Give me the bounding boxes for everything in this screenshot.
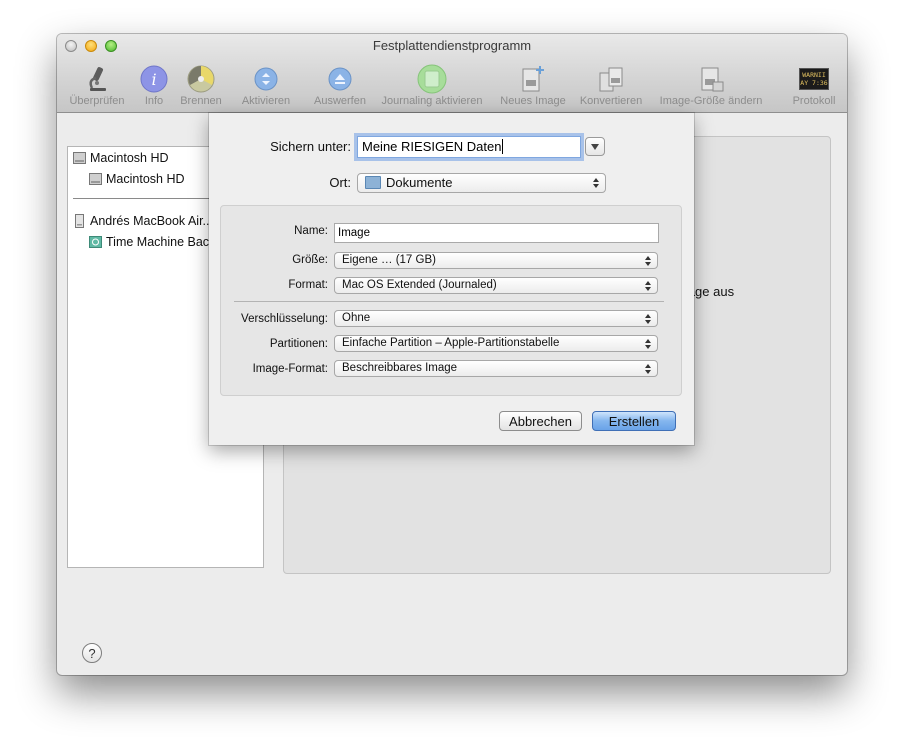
- titlebar: Festplattendienstprogramm Überprüfen i I…: [57, 34, 847, 113]
- microscope-icon: [89, 67, 106, 91]
- name-input[interactable]: Image: [334, 223, 659, 243]
- size-label: Größe:: [292, 254, 328, 266]
- size-popup[interactable]: Eigene … (17 GB): [334, 252, 658, 269]
- text-cursor: [502, 139, 504, 154]
- partitions-popup[interactable]: Einfache Partition – Apple-Partitionstab…: [334, 335, 658, 352]
- toolbar-label: Journaling aktivieren: [381, 95, 483, 107]
- popup-arrows-icon: [645, 313, 652, 325]
- mount-icon: [254, 67, 278, 91]
- sidebar-item-label: Macintosh HD: [90, 151, 169, 165]
- sidebar-item-label: Time Machine Bac...: [106, 235, 220, 249]
- encryption-popup[interactable]: Ohne: [334, 310, 658, 327]
- external-disk-icon: [75, 214, 84, 228]
- toolbar-journaling-button[interactable]: Journaling aktivieren: [382, 64, 482, 110]
- image-format-popup[interactable]: Beschreibbares Image: [334, 360, 658, 377]
- volume-icon: [89, 173, 102, 185]
- popup-arrows-icon: [645, 363, 652, 375]
- toolbar-label: Konvertieren: [579, 95, 643, 107]
- sidebar-item-volume[interactable]: Macintosh HD: [89, 169, 185, 189]
- toolbar-label: Auswerfen: [314, 95, 366, 107]
- cancel-button[interactable]: Abbrechen: [499, 411, 582, 431]
- toolbar-mount-button[interactable]: Aktivieren: [242, 64, 290, 110]
- popup-arrows-icon: [645, 255, 652, 267]
- toolbar-label: Image-Größe ändern: [659, 95, 763, 107]
- save-as-input[interactable]: Meine RIESIGEN Daten: [357, 136, 581, 158]
- partitions-label: Partitionen:: [269, 338, 328, 350]
- location-popup[interactable]: Dokumente: [357, 173, 606, 193]
- expand-dialog-button[interactable]: [585, 137, 605, 156]
- encryption-value: Ohne: [342, 312, 371, 324]
- toolbar-convert-button[interactable]: Konvertieren: [580, 64, 642, 110]
- burn-icon: [187, 65, 215, 93]
- toolbar-log-button[interactable]: WARNII AY 7:36 Protokoll: [792, 64, 836, 110]
- toolbar-burn-button[interactable]: Brennen: [179, 64, 223, 110]
- eject-icon: [328, 67, 352, 91]
- toolbar-eject-button[interactable]: Auswerfen: [314, 64, 366, 110]
- info-icon: i: [140, 65, 168, 93]
- log-icon: WARNII AY 7:36: [799, 68, 829, 90]
- folder-icon: [365, 176, 381, 189]
- format-popup[interactable]: Mac OS Extended (Journaled): [334, 277, 658, 294]
- journaling-icon: [417, 64, 447, 94]
- sidebar-item-time-machine[interactable]: Time Machine Bac...: [89, 232, 219, 252]
- hard-disk-icon: [73, 152, 86, 164]
- help-button[interactable]: ?: [82, 643, 102, 663]
- toolbar-verify-button[interactable]: Überprüfen: [66, 64, 128, 110]
- image-format-label: Image-Format:: [252, 363, 328, 375]
- image-format-value: Beschreibbares Image: [342, 362, 458, 374]
- format-label: Format:: [288, 279, 328, 291]
- popup-arrows-icon: [645, 338, 652, 350]
- sidebar-item-disk[interactable]: Macintosh HD: [73, 148, 169, 168]
- popup-arrows-icon: [593, 177, 600, 189]
- partitions-value: Einfache Partition – Apple-Partitionstab…: [342, 337, 560, 349]
- encryption-label: Verschlüsselung:: [241, 313, 328, 325]
- resize-image-icon: [701, 67, 724, 92]
- time-machine-icon: [89, 236, 102, 248]
- sidebar-item-network-disk[interactable]: Andrés MacBook Air...: [73, 211, 213, 231]
- log-icon-line: AY 7:36: [800, 79, 828, 87]
- options-divider: [234, 301, 664, 302]
- toolbar-label: Aktivieren: [241, 95, 291, 107]
- save-as-label: Sichern unter:: [270, 139, 351, 154]
- window-title: Festplattendienstprogramm: [372, 38, 532, 53]
- save-as-value: Meine RIESIGEN Daten: [362, 139, 502, 154]
- location-value: Dokumente: [386, 175, 453, 190]
- toolbar-label: Protokoll: [792, 95, 836, 107]
- size-value: Eigene … (17 GB): [342, 254, 436, 266]
- name-label: Name:: [294, 225, 328, 237]
- toolbar-resize-image-button[interactable]: Image-Größe ändern: [660, 64, 762, 110]
- new-image-sheet: Sichern unter: Meine RIESIGEN Daten Ort:…: [209, 113, 694, 445]
- svg-text:i: i: [151, 70, 156, 89]
- location-label: Ort:: [329, 175, 351, 190]
- new-image-icon: [522, 66, 544, 92]
- toolbar-new-image-button[interactable]: Neues Image: [500, 64, 566, 110]
- sidebar-item-label: Andrés MacBook Air...: [90, 214, 213, 228]
- log-icon-line: WARNII: [802, 71, 826, 79]
- popup-arrows-icon: [645, 280, 652, 292]
- toolbar-label: Neues Image: [500, 95, 566, 107]
- sidebar-item-label: Macintosh HD: [106, 172, 185, 186]
- format-value: Mac OS Extended (Journaled): [342, 279, 497, 291]
- create-button[interactable]: Erstellen: [592, 411, 676, 431]
- convert-icon: [599, 67, 623, 92]
